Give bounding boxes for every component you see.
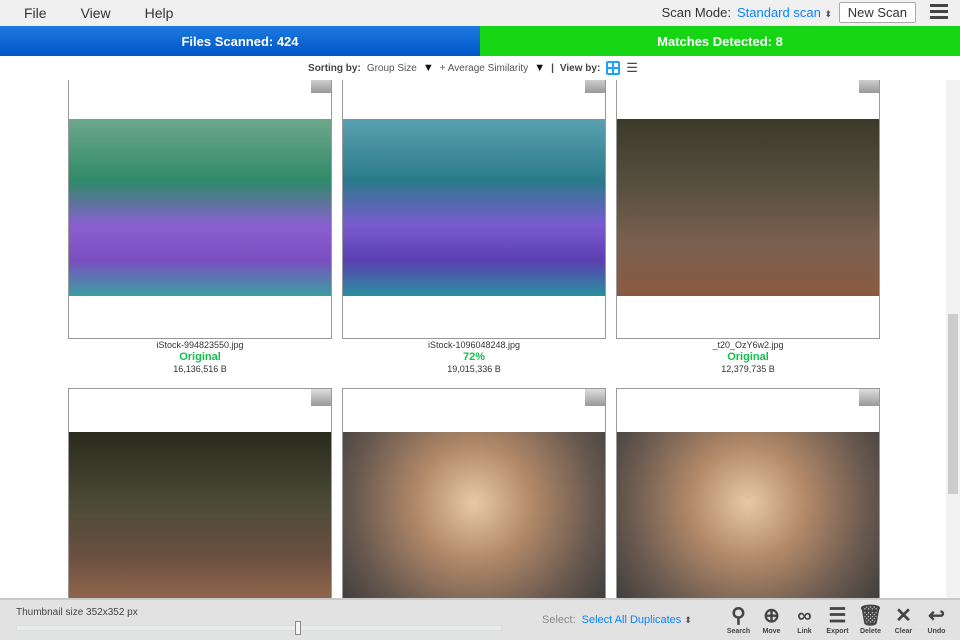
files-scanned: Files Scanned: 424: [0, 26, 480, 56]
menu-help[interactable]: Help: [145, 5, 174, 21]
file-name: iStock-994823550.jpg: [156, 340, 244, 350]
slider-knob[interactable]: [295, 621, 302, 635]
vertical-scrollbar[interactable]: [946, 80, 960, 598]
search-button[interactable]: ⚲ Search: [722, 604, 755, 635]
results-grid: iStock-994823550.jpg Original 16,136,516 B…: [0, 80, 946, 598]
sort-group-size[interactable]: Group Size: [367, 63, 417, 74]
item-caption: _t20_OzY6w2.jpg Original 12,379,735 B: [616, 340, 880, 375]
item-caption: iStock-994823550.jpg Original 16,136,516 B: [68, 340, 332, 375]
search-icon: ⚲: [731, 605, 746, 627]
image-card[interactable]: [342, 388, 606, 598]
select-checkbox[interactable]: [859, 389, 879, 406]
sort-arrow-icon[interactable]: ▼: [534, 62, 545, 74]
image-card[interactable]: [616, 388, 880, 598]
menu-file[interactable]: File: [24, 5, 47, 21]
scrollbar-thumb[interactable]: [948, 314, 958, 494]
trash-icon: 🗑: [857, 605, 884, 627]
file-name: _t20_OzY6w2.jpg: [712, 340, 784, 350]
grid-view-icon[interactable]: [606, 61, 621, 75]
menu-bar: File View Help Scan Mode: Standard scan ⬍…: [0, 0, 960, 26]
list-view-icon[interactable]: ☰: [626, 60, 638, 76]
undo-icon: ↩: [928, 605, 945, 627]
image-card[interactable]: [616, 80, 880, 339]
select-checkbox[interactable]: [585, 389, 605, 406]
select-dropdown[interactable]: Select All Duplicates: [582, 614, 682, 626]
match-status: Original: [727, 351, 769, 363]
stats-bar: Files Scanned: 424 Matches Detected: 8: [0, 26, 960, 56]
photo-thumbnail: [343, 119, 605, 296]
updown-icon: ⬍: [824, 9, 832, 19]
match-status: 72%: [462, 351, 486, 363]
item-caption: iStock-1096048248.jpg 72% 19,015,336 B: [342, 340, 606, 375]
sorting-label: Sorting by:: [308, 62, 361, 74]
plus-circle-icon: ⊕: [763, 605, 780, 627]
export-button[interactable]: ☰ Export: [821, 604, 854, 635]
file-size: 12,379,735 B: [721, 364, 775, 374]
list-icon: ☰: [828, 605, 847, 627]
link-icon: ∞: [797, 605, 812, 627]
delete-button[interactable]: 🗑 Delete: [854, 604, 887, 635]
photo-thumbnail: [69, 432, 331, 598]
file-size: 19,015,336 B: [447, 364, 501, 374]
new-scan-button[interactable]: New Scan: [838, 2, 916, 23]
thumbnail-size-label: Thumbnail size 352x352 px: [16, 607, 138, 618]
sort-bar: Sorting by: Group Size ▼ + Average Simila…: [308, 60, 638, 76]
select-control: Select: Select All Duplicates ⬍: [542, 614, 692, 626]
photo-thumbnail: [617, 119, 879, 296]
file-name: iStock-1096048248.jpg: [427, 340, 521, 350]
image-card[interactable]: [68, 80, 332, 339]
scan-mode: Scan Mode: Standard scan ⬍: [662, 5, 832, 20]
photo-thumbnail: [617, 432, 879, 598]
menu-view[interactable]: View: [81, 5, 111, 21]
scan-mode-select[interactable]: Standard scan: [737, 5, 821, 20]
select-checkbox[interactable]: [311, 389, 331, 406]
x-icon: ✕: [895, 605, 912, 627]
select-checkbox[interactable]: [585, 80, 605, 93]
file-size: 16,136,516 B: [173, 364, 227, 374]
view-by-label: View by:: [559, 62, 601, 74]
match-status: Original: [179, 351, 221, 363]
photo-thumbnail: [343, 432, 605, 598]
image-card[interactable]: [342, 80, 606, 339]
photo-thumbnail: [69, 119, 331, 296]
bottom-bar: Thumbnail size 352x352 px Select: Select …: [0, 598, 960, 640]
matches-detected: Matches Detected: 8: [480, 26, 960, 56]
sort-arrow-icon[interactable]: ▼: [423, 62, 434, 74]
select-label: Select:: [542, 614, 576, 626]
select-checkbox[interactable]: [859, 80, 879, 93]
updown-icon: ⬍: [684, 615, 692, 625]
link-button[interactable]: ∞ Link: [788, 604, 821, 635]
clear-button[interactable]: ✕ Clear: [887, 604, 920, 635]
sort-similarity[interactable]: + Average Similarity: [440, 63, 528, 74]
image-card[interactable]: [68, 388, 332, 598]
select-checkbox[interactable]: [311, 80, 331, 93]
thumbnail-size-slider[interactable]: [16, 621, 502, 635]
hamburger-menu-icon[interactable]: [930, 4, 948, 20]
move-button[interactable]: ⊕ Move: [755, 604, 788, 635]
undo-button[interactable]: ↩ Undo: [920, 604, 953, 635]
scan-mode-label: Scan Mode:: [661, 5, 731, 20]
